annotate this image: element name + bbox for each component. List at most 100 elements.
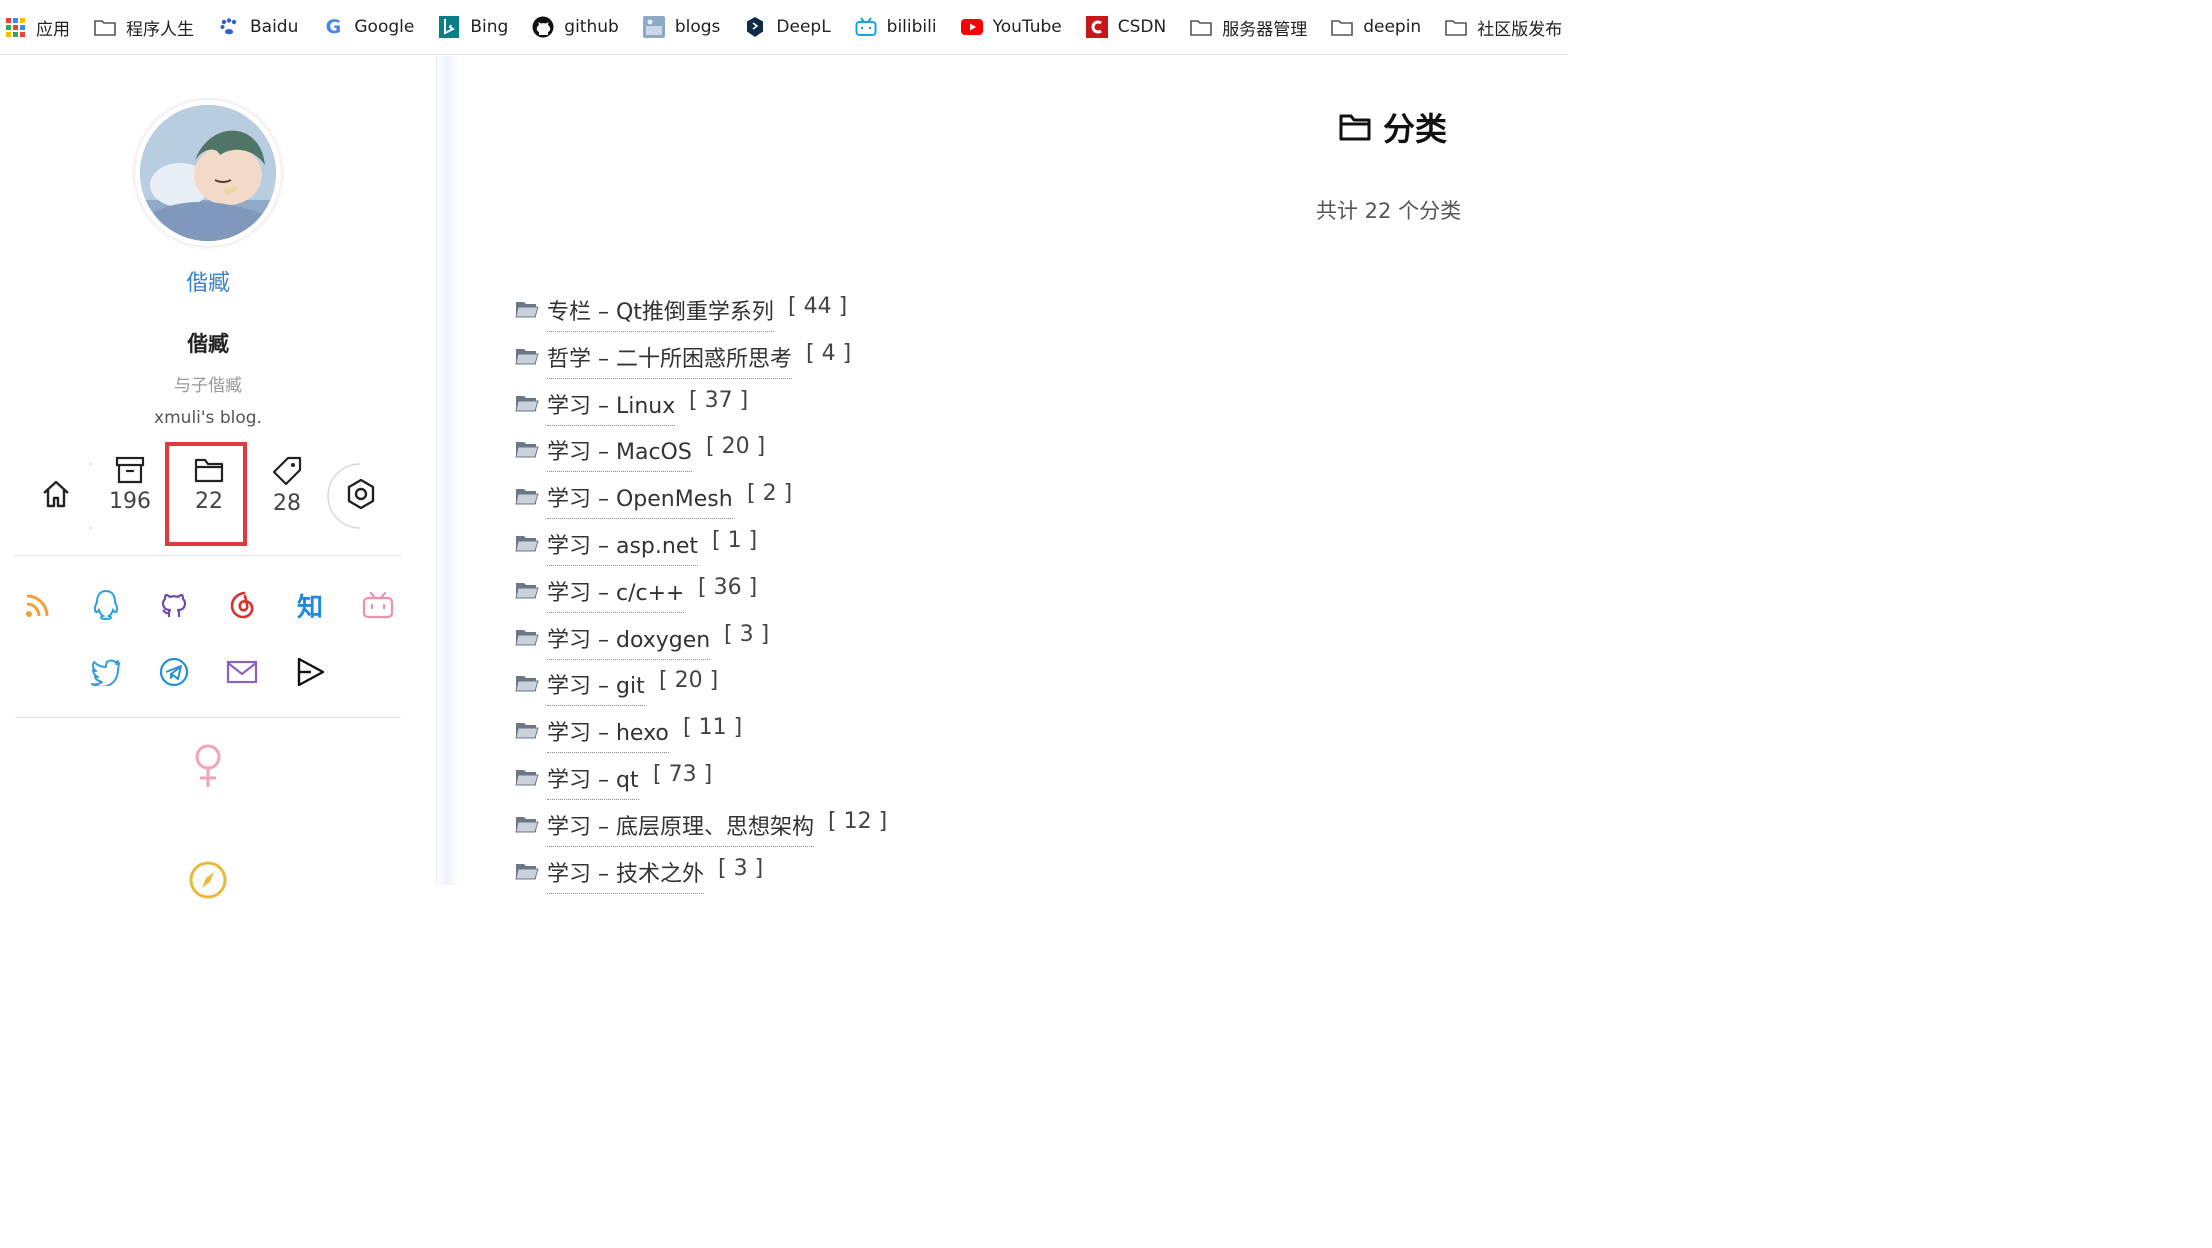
bookmark-apps[interactable]: 应用 <box>4 15 70 40</box>
open-folder-icon <box>515 627 539 647</box>
send-icon[interactable] <box>288 650 332 694</box>
category-link[interactable]: 学习 – git <box>547 668 645 707</box>
divider <box>15 717 401 718</box>
bookmarks-bar: 应用 程序人生 Baidu G Google Bing github blogs <box>0 0 1568 55</box>
home-button[interactable] <box>24 462 123 529</box>
category-link[interactable]: 学习 – OpenMesh <box>547 481 733 520</box>
open-folder-icon <box>515 580 539 600</box>
bookmark-google[interactable]: G Google <box>322 16 415 38</box>
category-link[interactable]: 学习 – 底层原理、思想架构 <box>547 809 814 847</box>
bookmark-label: 社区版发布 <box>1477 19 1563 40</box>
open-folder-icon <box>515 299 539 319</box>
category-count: [ 1 ] <box>712 527 758 553</box>
archives-stat[interactable]: 196 <box>90 455 170 514</box>
bookmark-label: Google <box>354 17 415 37</box>
archive-box-icon <box>115 456 145 484</box>
tags-count: 28 <box>273 491 301 516</box>
page-title: 分类 <box>1339 104 1447 150</box>
bilibili-icon[interactable] <box>356 583 400 627</box>
category-count: [ 73 ] <box>653 761 713 787</box>
category-link[interactable]: 专栏 – Qt推倒重学系列 <box>547 294 774 332</box>
bookmark-label: Bing <box>470 17 509 37</box>
category-link[interactable]: 学习 – MacOS <box>547 434 692 473</box>
open-folder-icon <box>515 814 539 834</box>
qq-icon[interactable] <box>84 583 128 627</box>
zhihu-label: 知 <box>296 592 323 623</box>
open-folder-icon <box>515 486 539 506</box>
author-name: 偕臧 <box>187 332 229 356</box>
folder-icon <box>1190 16 1213 38</box>
bookmark-folder-community-release[interactable]: 社区版发布 <box>1445 15 1562 40</box>
author-motto: 与子偕臧 <box>174 376 242 396</box>
baidu-paw-icon <box>218 16 240 38</box>
bookmark-label: 应用 <box>36 19 70 40</box>
sidebar-shadow <box>437 56 459 885</box>
bookmark-deepl[interactable]: DeepL <box>744 16 831 38</box>
bookmark-bilibili[interactable]: bilibili <box>855 16 937 38</box>
github-icon[interactable] <box>152 583 196 627</box>
bookmark-bing[interactable]: Bing <box>438 16 508 38</box>
category-count: [ 37 ] <box>689 387 749 413</box>
bookmark-csdn[interactable]: CSDN <box>1085 16 1166 38</box>
category-link[interactable]: 学习 – qt <box>547 762 639 800</box>
category-count: [ 36 ] <box>698 574 758 600</box>
site-description: xmuli's blog. <box>154 408 262 428</box>
bookmark-label: 服务器管理 <box>1222 19 1308 40</box>
category-link[interactable]: 学习 – hexo <box>547 715 669 754</box>
category-link[interactable]: 哲学 – 二十所困惑所思考 <box>547 341 792 379</box>
bookmark-blogs[interactable]: blogs <box>642 16 721 38</box>
author-link[interactable]: 偕臧 <box>0 265 416 297</box>
bookmark-folder-server-management[interactable]: 服务器管理 <box>1190 15 1307 40</box>
category-count: [ 3 ] <box>724 621 770 647</box>
settings-button[interactable] <box>326 462 390 529</box>
rss-icon[interactable] <box>16 583 60 627</box>
female-symbol-icon <box>186 744 230 788</box>
folder-icon <box>1331 16 1354 38</box>
settings-hex-icon <box>347 478 375 510</box>
bookmark-label: bilibili <box>886 17 937 37</box>
category-link[interactable]: 学习 – 技术之外 <box>547 856 704 894</box>
telegram-icon[interactable] <box>152 650 196 694</box>
bookmark-label: blogs <box>674 17 721 37</box>
bilibili-icon <box>855 16 877 38</box>
apps-grid-icon <box>4 16 26 38</box>
bookmark-folder-programming-life[interactable]: 程序人生 <box>94 15 194 40</box>
folder-icon <box>1339 114 1371 141</box>
bookmark-label: YouTube <box>992 17 1062 37</box>
category-count: [ 3 ] <box>718 855 764 881</box>
twitter-icon[interactable] <box>84 650 128 694</box>
open-folder-icon <box>515 720 539 740</box>
avatar-image <box>140 105 276 241</box>
netease-music-icon[interactable] <box>220 583 264 627</box>
category-count: [ 2 ] <box>747 481 793 507</box>
home-icon <box>43 480 69 508</box>
bookmark-github[interactable]: github <box>532 16 619 38</box>
bookmark-label: deepin <box>1363 17 1422 37</box>
category-link[interactable]: 学习 – asp.net <box>547 528 698 566</box>
mail-icon[interactable] <box>220 650 264 694</box>
category-count: [ 44 ] <box>788 294 848 319</box>
csdn-icon <box>1085 16 1108 38</box>
zhihu-icon[interactable]: 知 <box>288 583 332 627</box>
bookmark-label: github <box>564 17 619 37</box>
category-count: [ 20 ] <box>706 434 766 460</box>
category-link[interactable]: 学习 – Linux <box>547 388 676 426</box>
folder-icon <box>1445 16 1468 38</box>
category-count: [ 12 ] <box>828 808 888 834</box>
google-g-icon: G <box>325 16 342 38</box>
compass-icon <box>186 858 230 902</box>
bookmark-baidu[interactable]: Baidu <box>218 16 298 38</box>
open-folder-icon <box>515 346 539 366</box>
github-icon <box>532 16 554 38</box>
tag-icon <box>272 456 302 486</box>
bookmark-youtube[interactable]: YouTube <box>960 16 1062 38</box>
category-link[interactable]: 学习 – doxygen <box>547 622 711 660</box>
folder-icon <box>94 16 116 38</box>
bookmark-folder-deepin[interactable]: deepin <box>1331 16 1421 38</box>
category-count: [ 20 ] <box>659 668 719 694</box>
open-folder-icon <box>515 673 539 693</box>
deepl-icon <box>744 16 766 38</box>
category-link[interactable]: 学习 – c/c++ <box>547 575 685 613</box>
avatar[interactable] <box>135 100 281 246</box>
tags-stat[interactable]: 28 <box>247 455 327 516</box>
